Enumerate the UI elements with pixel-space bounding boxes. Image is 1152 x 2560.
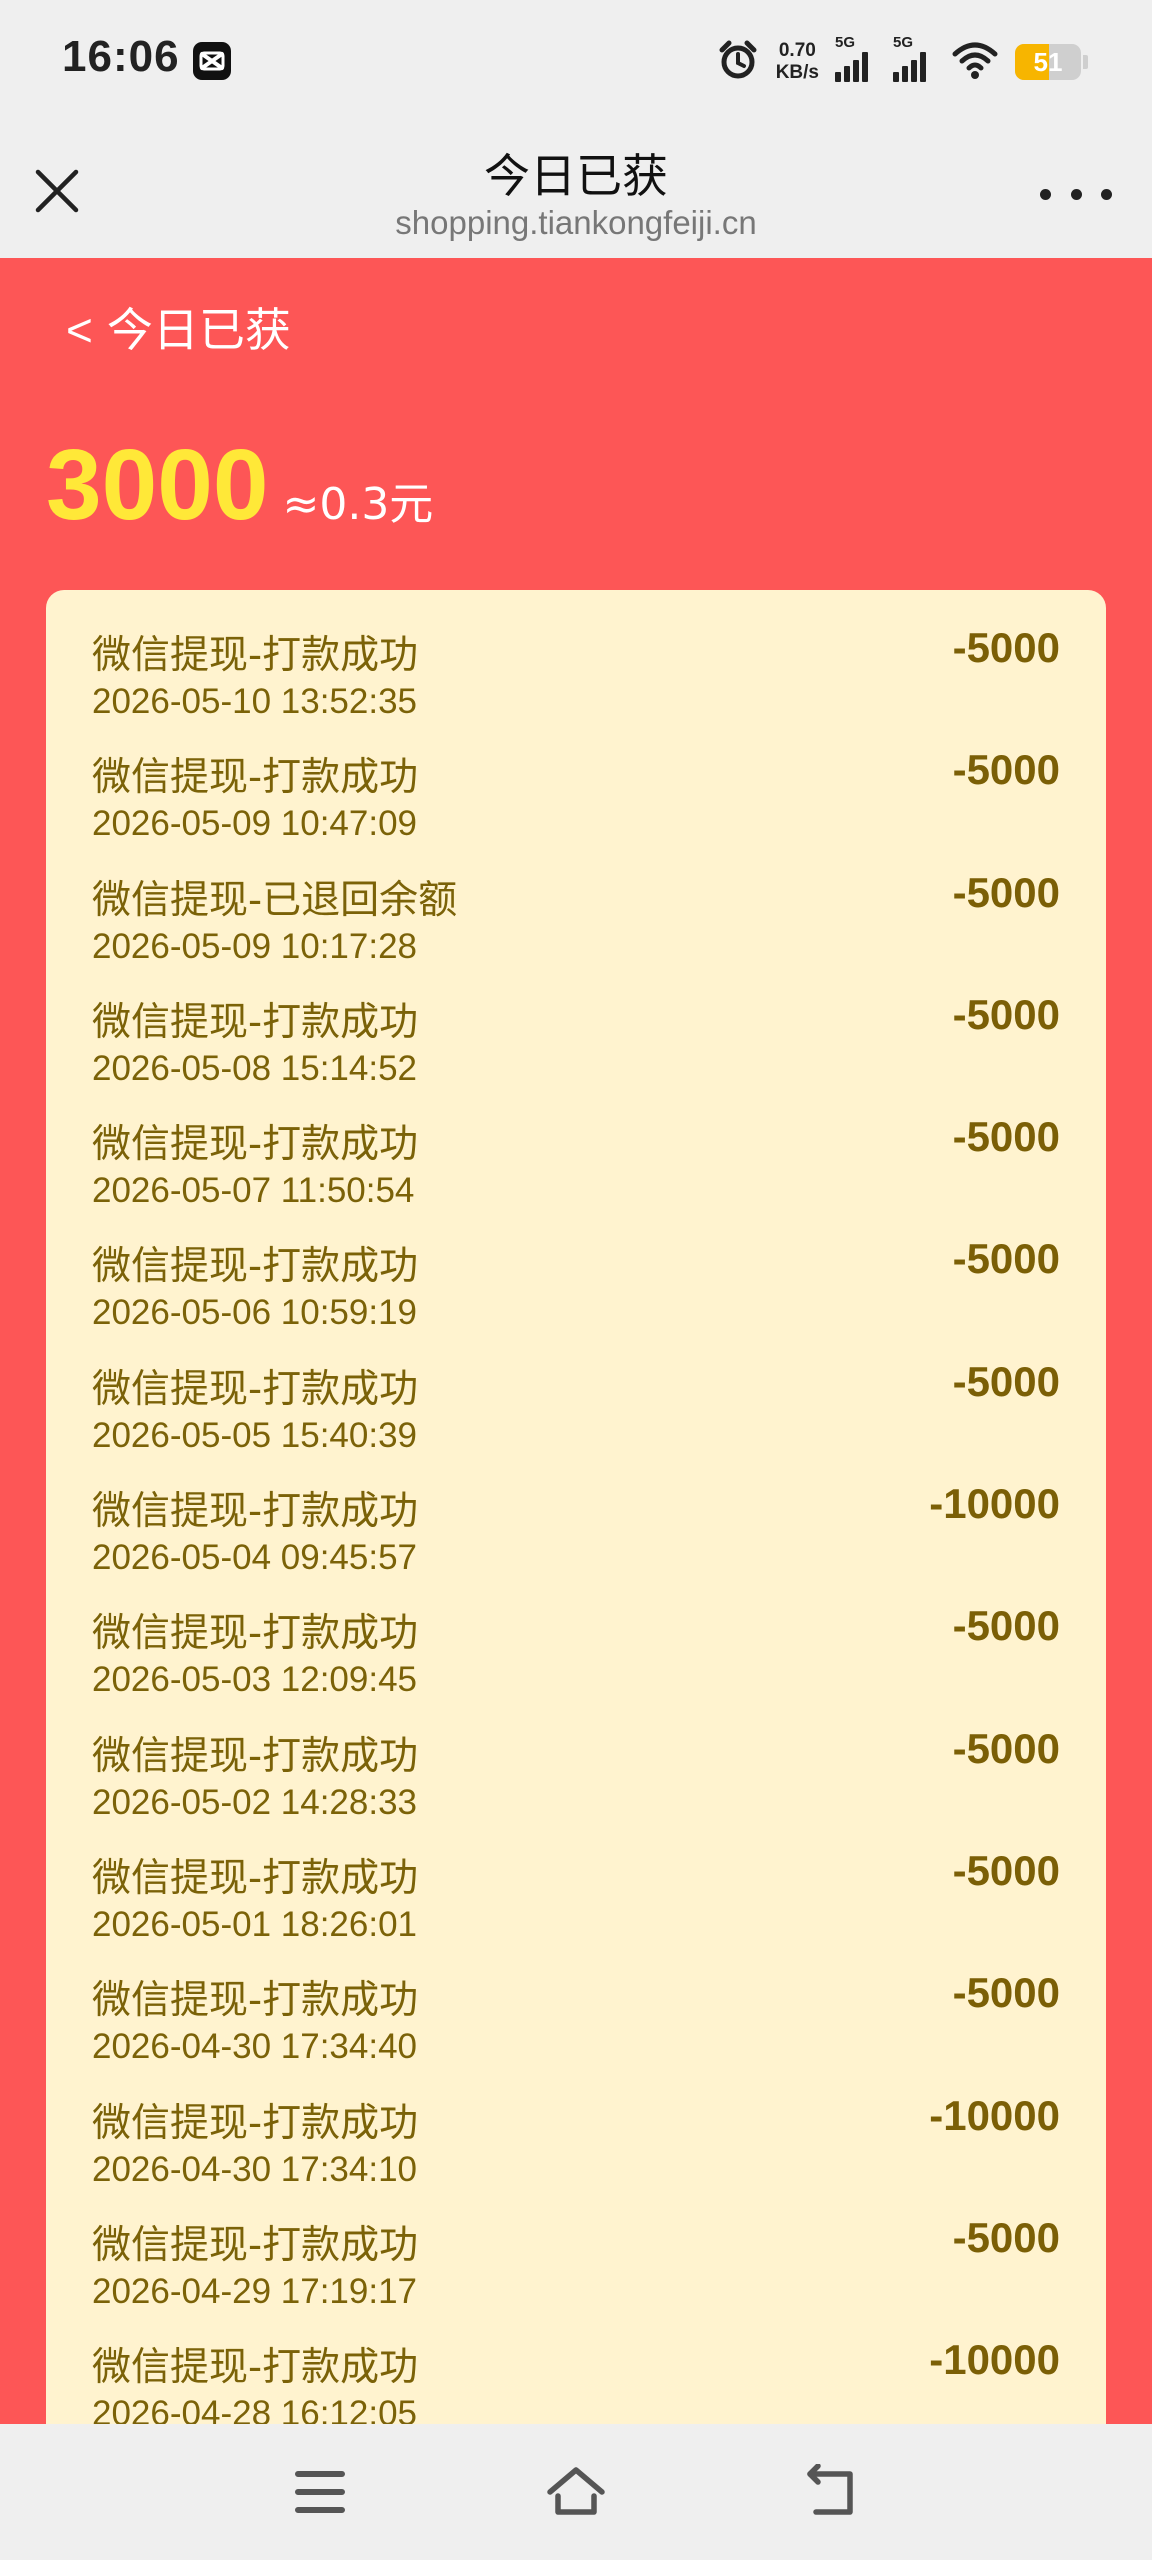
record-row: 微信提现-打款成功 2026-05-10 13:52:35 -5000 (46, 618, 1106, 740)
record-time: 2026-05-09 10:17:28 (92, 926, 417, 966)
record-time: 2026-04-29 17:19:17 (92, 2271, 417, 2311)
menu-icon (295, 2471, 345, 2513)
record-title: 微信提现-已退回余额 (92, 877, 458, 923)
status-bar: 16:06 0.70 KB/s 5G 5G 51 (0, 0, 1152, 124)
record-time: 2026-05-02 14:28:33 (92, 1782, 417, 1822)
record-title: 微信提现-打款成功 (92, 1978, 419, 2024)
status-icons: 0.70 KB/s 5G 5G 51 (716, 34, 1088, 90)
bottom-nav (0, 2424, 1152, 2560)
battery-level: 51 (1033, 46, 1063, 77)
record-time: 2026-05-01 18:26:01 (92, 1904, 417, 1944)
record-list: 微信提现-打款成功 2026-05-10 13:52:35 -5000 微信提现-打款… (46, 590, 1106, 2424)
record-time: 2026-05-04 09:45:57 (92, 1538, 417, 1578)
record-time: 2026-05-03 12:09:45 (92, 1660, 417, 1700)
record-amount: -5000 (952, 746, 1060, 794)
today-amount: 3000 (46, 429, 269, 541)
record-row: 微信提现-打款成功 2026-05-06 10:59:19 -5000 (46, 1229, 1106, 1351)
record-amount: -5000 (952, 1113, 1060, 1161)
record-row: 微信提现-打款成功 2026-05-09 10:47:09 -5000 (46, 740, 1106, 862)
record-time: 2026-05-07 11:50:54 (92, 1171, 415, 1211)
record-row: 微信提现-打款成功 2026-05-03 12:09:45 -5000 (46, 1596, 1106, 1718)
record-row: 微信提现-打款成功 2026-04-28 16:12:05 -10000 (46, 2330, 1106, 2424)
record-title: 微信提现-打款成功 (92, 1611, 419, 1657)
record-row: 微信提现-打款成功 2026-04-30 17:34:40 -5000 (46, 1963, 1106, 2085)
back-icon (807, 2463, 853, 2515)
battery-icon: 51 (1015, 44, 1081, 80)
page-title: 今日已获 (484, 149, 668, 203)
home-button[interactable] (544, 2464, 608, 2520)
capcut-notification-icon (193, 42, 231, 80)
record-title: 微信提现-打款成功 (92, 1122, 419, 1168)
network-speed: 0.70 KB/s (776, 40, 819, 84)
record-time: 2026-05-10 13:52:35 (92, 682, 417, 721)
record-row: 微信提现-打款成功 2026-05-07 11:50:54 -5000 (46, 1107, 1106, 1229)
signal-sim1-icon: 5G (835, 34, 877, 82)
record-title: 微信提现-打款成功 (92, 2100, 419, 2146)
record-row: 微信提现-打款成功 2026-04-30 17:34:10 -10000 (46, 2086, 1106, 2208)
record-title: 微信提现-打款成功 (92, 755, 419, 801)
back-link[interactable]: < 今日已获 (66, 294, 291, 360)
record-row: 微信提现-打款成功 2026-04-29 17:19:17 -5000 (46, 2208, 1106, 2330)
today-approx-value: ≈0.3元 (282, 479, 434, 530)
back-button[interactable] (802, 2463, 862, 2520)
record-title: 微信提现-打款成功 (92, 999, 419, 1045)
signal-sim2-icon: 5G (893, 34, 935, 82)
wifi-icon (951, 40, 999, 84)
record-title: 微信提现-打款成功 (92, 1855, 419, 1901)
record-title: 微信提现-打款成功 (92, 2222, 419, 2268)
page-url: shopping.tiankongfeiji.cn (395, 204, 757, 241)
record-time: 2026-04-30 17:34:40 (92, 2027, 417, 2067)
page-content: < 今日已获 3000 ≈0.3元 微信提现-打款成功 2026-05-10 13:… (0, 258, 1152, 2424)
record-time: 2026-04-28 16:12:05 (92, 2394, 417, 2424)
record-amount: -5000 (952, 1846, 1060, 1894)
alarm-icon (716, 38, 760, 86)
record-time: 2026-05-06 10:59:19 (92, 1293, 417, 1333)
record-title: 微信提现-打款成功 (92, 2345, 419, 2391)
today-summary: 3000 ≈0.3元 (46, 428, 433, 543)
record-amount: -5000 (952, 990, 1060, 1038)
menu-button[interactable] (290, 2464, 350, 2520)
speed-unit: KB/s (775, 62, 819, 83)
record-amount: -5000 (952, 1969, 1060, 2017)
sim1-label: 5G (835, 34, 856, 51)
back-link-label: 今日已获 (106, 303, 291, 357)
record-amount: -10000 (929, 1480, 1060, 1528)
record-time: 2026-04-30 17:34:10 (92, 2149, 417, 2189)
record-title: 微信提现-打款成功 (92, 633, 419, 678)
record-amount: -5000 (952, 1357, 1060, 1405)
record-title: 微信提现-打款成功 (92, 1733, 419, 1779)
record-time: 2026-05-05 15:40:39 (92, 1415, 417, 1455)
more-icon-dot (1070, 188, 1082, 200)
speed-value: 0.70 (778, 40, 816, 61)
record-amount: -5000 (952, 1235, 1060, 1283)
record-row: 微信提现-打款成功 2026-05-05 15:40:39 -5000 (46, 1352, 1106, 1474)
record-time: 2026-05-08 15:14:52 (92, 1048, 417, 1088)
record-row: 微信提现-打款成功 2026-05-01 18:26:01 -5000 (46, 1841, 1106, 1963)
record-amount: -5000 (952, 868, 1060, 916)
record-time: 2026-05-09 10:47:09 (92, 804, 417, 844)
record-amount: -5000 (952, 2213, 1060, 2261)
record-amount: -5000 (952, 1724, 1060, 1772)
more-icon-dot (1101, 188, 1112, 200)
status-time: 16:06 (62, 32, 180, 81)
record-amount: -5000 (952, 1602, 1060, 1650)
record-row: 微信提现-打款成功 2026-05-04 09:45:57 -10000 (46, 1474, 1106, 1596)
record-amount: -10000 (929, 2336, 1060, 2384)
home-icon (547, 2467, 605, 2515)
record-title: 微信提现-打款成功 (92, 1489, 419, 1535)
record-title: 微信提现-打款成功 (92, 1366, 419, 1412)
record-row: 微信提现-已退回余额 2026-05-09 10:17:28 -5000 (46, 863, 1106, 985)
browser-header: 今日已获 shopping.tiankongfeiji.cn (0, 124, 1152, 258)
record-row: 微信提现-打款成功 2026-05-08 15:14:52 -5000 (46, 985, 1106, 1107)
record-row: 微信提现-打款成功 2026-05-02 14:28:33 -5000 (46, 1719, 1106, 1841)
record-title: 微信提现-打款成功 (92, 1244, 419, 1290)
record-amount: -10000 (929, 2091, 1060, 2139)
back-chevron-icon: < (66, 304, 93, 356)
sim2-label: 5G (893, 34, 914, 51)
record-amount: -5000 (952, 624, 1060, 671)
battery-cap (1083, 55, 1088, 69)
more-icon-dot (1040, 188, 1051, 200)
more-button[interactable] (1040, 174, 1112, 214)
